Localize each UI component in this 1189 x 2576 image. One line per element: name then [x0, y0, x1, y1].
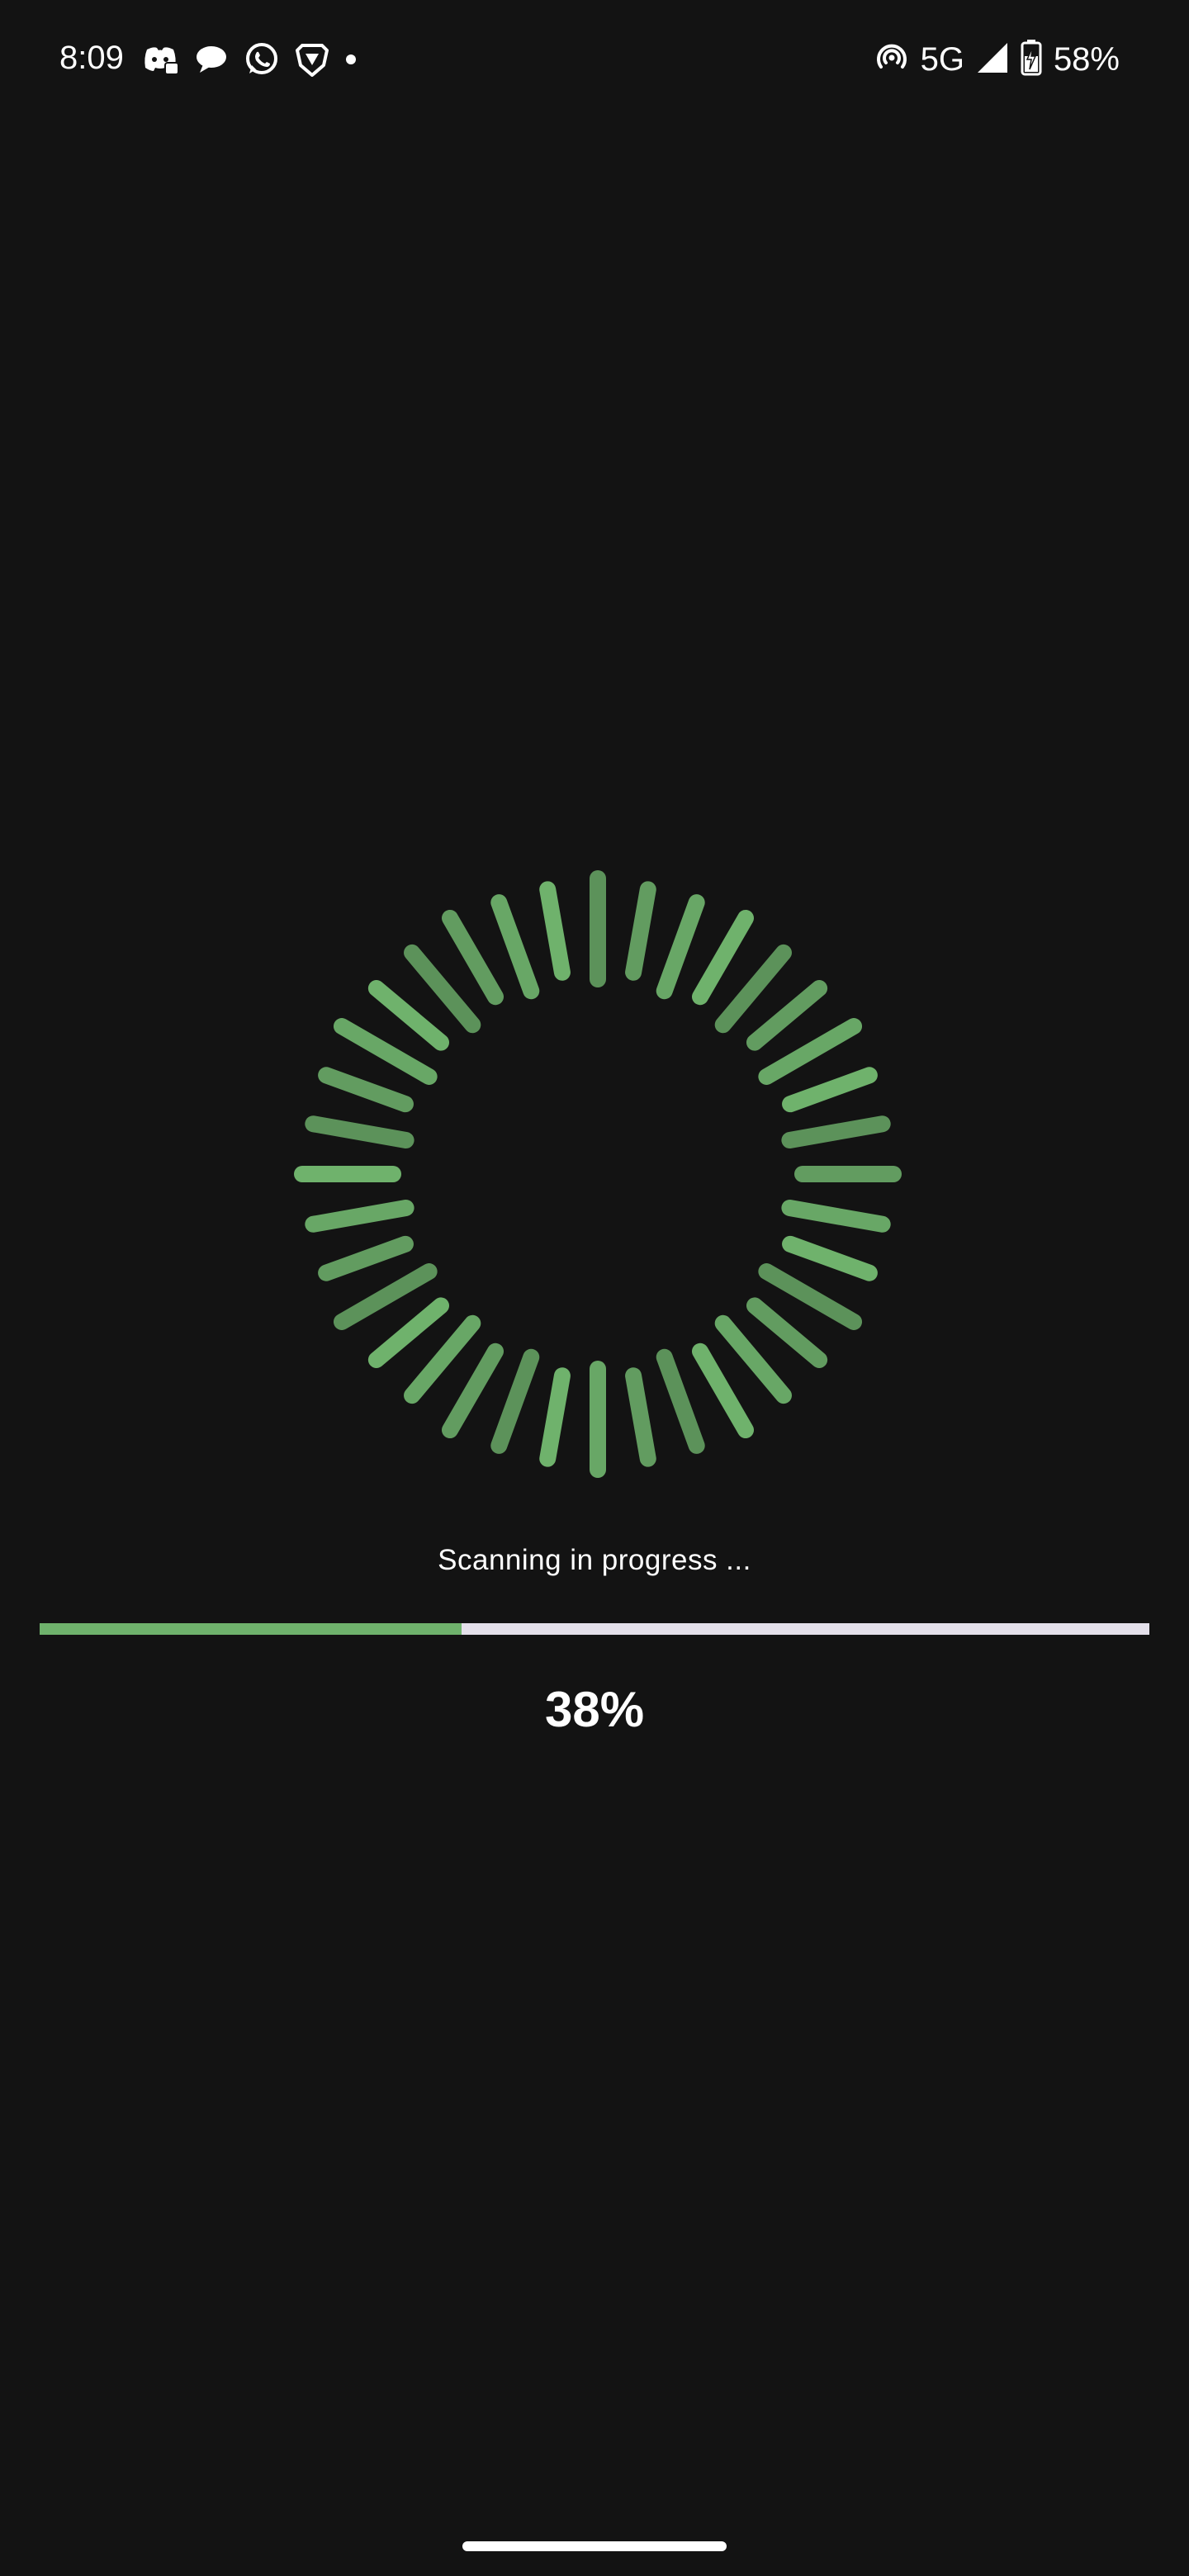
system-status: 5G 58% [874, 38, 1120, 81]
notification-icons [142, 41, 357, 78]
home-indicator[interactable] [462, 2541, 727, 2551]
scan-progress-bar [40, 1623, 1149, 1635]
scanning-status-text: Scanning in progress ... [438, 1544, 751, 1576]
status-time: 8:09 [59, 40, 124, 76]
hotspot-icon [874, 40, 909, 79]
brave-icon [296, 42, 329, 77]
signal-icon [976, 41, 1009, 78]
battery-percent: 58% [1053, 41, 1120, 78]
discord-icon [142, 45, 178, 74]
dot-icon [345, 54, 357, 65]
status-bar: 8:09 5G 58% [0, 0, 1189, 121]
network-type: 5G [920, 41, 964, 78]
whatsapp-icon [244, 42, 279, 77]
scan-progress-fill [40, 1623, 462, 1635]
chat-bubble-icon [195, 45, 228, 74]
scanning-spinner-icon [294, 870, 902, 1478]
battery-charging-icon [1021, 39, 1042, 80]
scan-percent: 38% [544, 1682, 645, 1737]
